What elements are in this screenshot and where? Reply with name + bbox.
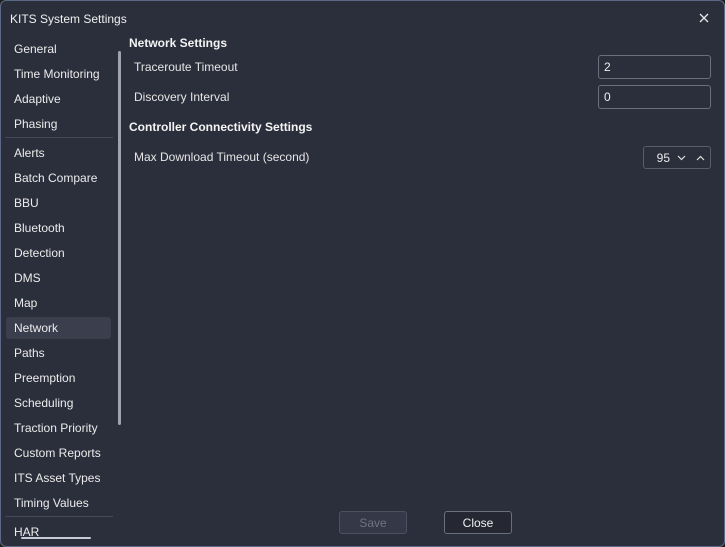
title-bar: KITS System Settings xyxy=(1,1,724,35)
sidebar-item-label: Time Monitoring xyxy=(14,67,100,81)
sidebar-item-map[interactable]: Map xyxy=(6,292,111,314)
max-download-timeout-stepper[interactable]: 95 xyxy=(643,146,711,169)
sidebar-item-general[interactable]: General xyxy=(6,38,111,60)
network-settings-heading: Network Settings xyxy=(129,36,228,50)
window-title: KITS System Settings xyxy=(10,12,127,26)
sidebar-item-timing-values[interactable]: Timing Values xyxy=(6,492,111,514)
sidebar-item-label: Map xyxy=(14,296,38,310)
sidebar-item-label: Timing Values xyxy=(14,496,89,510)
sidebar-item-label: ITS Asset Types xyxy=(14,471,101,485)
sidebar-item-preemption[interactable]: Preemption xyxy=(6,367,111,389)
controller-connectivity-heading: Controller Connectivity Settings xyxy=(129,120,313,134)
close-button[interactable]: Close xyxy=(444,511,512,534)
sidebar-item-label: Alerts xyxy=(14,146,45,160)
sidebar-item-label: General xyxy=(14,42,57,56)
sidebar-item-batch-compare[interactable]: Batch Compare xyxy=(6,167,111,189)
sidebar-horizontal-scrollbar[interactable] xyxy=(21,537,91,539)
sidebar-item-label: Paths xyxy=(14,346,45,360)
sidebar-item-label: BBU xyxy=(14,196,39,210)
sidebar-divider xyxy=(5,516,113,517)
sidebar-item-scheduling[interactable]: Scheduling xyxy=(6,392,111,414)
traceroute-timeout-input[interactable] xyxy=(598,55,711,79)
sidebar-item-label: Network xyxy=(14,321,59,335)
sidebar-item-label: DMS xyxy=(14,271,41,285)
sidebar-item-time-monitoring[interactable]: Time Monitoring xyxy=(6,63,111,85)
sidebar-item-label: Traction Priority xyxy=(14,421,98,435)
chevron-up-icon[interactable] xyxy=(691,147,710,168)
sidebar-item-detection[interactable]: Detection xyxy=(6,242,111,264)
sidebar-item-paths[interactable]: Paths xyxy=(6,342,111,364)
sidebar-divider xyxy=(5,137,113,138)
traceroute-timeout-label: Traceroute Timeout xyxy=(134,60,238,74)
settings-dialog: KITS System Settings General Time Monito… xyxy=(0,0,725,547)
sidebar-item-bluetooth[interactable]: Bluetooth xyxy=(6,217,111,239)
sidebar-item-adaptive[interactable]: Adaptive xyxy=(6,88,111,110)
discovery-interval-input[interactable] xyxy=(598,85,711,109)
sidebar-item-alerts[interactable]: Alerts xyxy=(6,142,111,164)
sidebar-item-label: Batch Compare xyxy=(14,171,98,185)
sidebar-item-label: Phasing xyxy=(14,117,58,131)
sidebar-item-its-asset-types[interactable]: ITS Asset Types xyxy=(6,467,111,489)
sidebar-item-label: Preemption xyxy=(14,371,76,385)
sidebar-item-label: Adaptive xyxy=(14,92,61,106)
discovery-interval-label: Discovery Interval xyxy=(134,90,230,104)
sidebar-item-label: Scheduling xyxy=(14,396,74,410)
sidebar-item-custom-reports[interactable]: Custom Reports xyxy=(6,442,111,464)
sidebar-item-traction-priority[interactable]: Traction Priority xyxy=(6,417,111,439)
settings-sidebar: General Time Monitoring Adaptive Phasing… xyxy=(5,37,121,542)
chevron-down-icon[interactable] xyxy=(672,147,691,168)
sidebar-item-bbu[interactable]: BBU xyxy=(6,192,111,214)
close-icon[interactable] xyxy=(690,5,718,31)
max-download-timeout-label: Max Download Timeout (second) xyxy=(134,150,310,164)
sidebar-item-label: Detection xyxy=(14,246,65,260)
sidebar-item-phasing[interactable]: Phasing xyxy=(6,113,111,135)
save-button[interactable]: Save xyxy=(339,511,407,534)
sidebar-item-dms[interactable]: DMS xyxy=(6,267,111,289)
sidebar-item-network[interactable]: Network xyxy=(6,317,111,339)
sidebar-item-label: Custom Reports xyxy=(14,446,101,460)
stepper-value: 95 xyxy=(656,150,670,165)
sidebar-item-label: Bluetooth xyxy=(14,221,65,235)
sidebar-vertical-scrollbar[interactable] xyxy=(118,51,121,425)
